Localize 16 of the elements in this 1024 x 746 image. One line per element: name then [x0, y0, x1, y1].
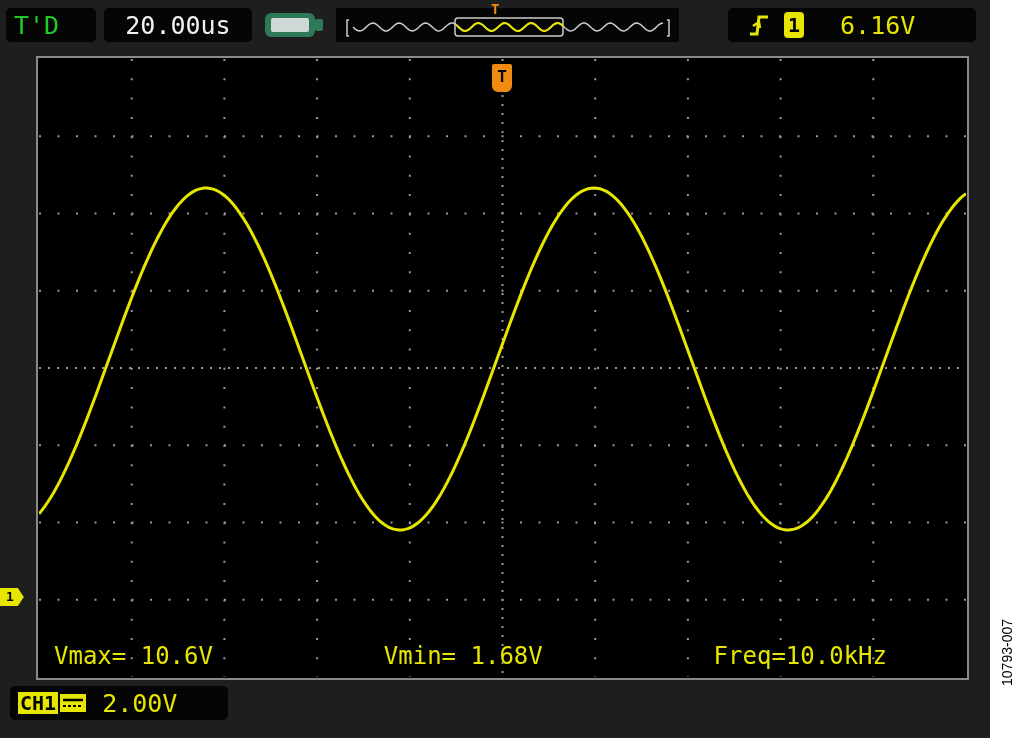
trigger-level-readout: 6.16V — [840, 10, 916, 40]
battery-icon — [264, 10, 324, 40]
trigger-marker: T — [492, 64, 512, 92]
trigger-channel-badge: 1 — [784, 12, 805, 38]
dc-coupling-icon — [60, 694, 87, 712]
figure-number: 10793-007 — [999, 619, 1015, 686]
timebase-readout: 20.00us — [104, 8, 252, 42]
channel-marker: 1 — [0, 588, 24, 606]
measurement-readout: Vmax= 10.6V — [54, 642, 213, 670]
channel-name: CH1 — [18, 692, 59, 714]
measurement-readout: Freq=10.0kHz — [713, 642, 887, 670]
measurement-readout: Vmin= 1.68V — [383, 642, 543, 670]
channel-scale: 2.00V — [102, 688, 178, 718]
trigger-position-label: T — [491, 2, 500, 16]
mode-indicator: T'D — [6, 8, 96, 42]
rising-edge-icon — [748, 13, 770, 37]
